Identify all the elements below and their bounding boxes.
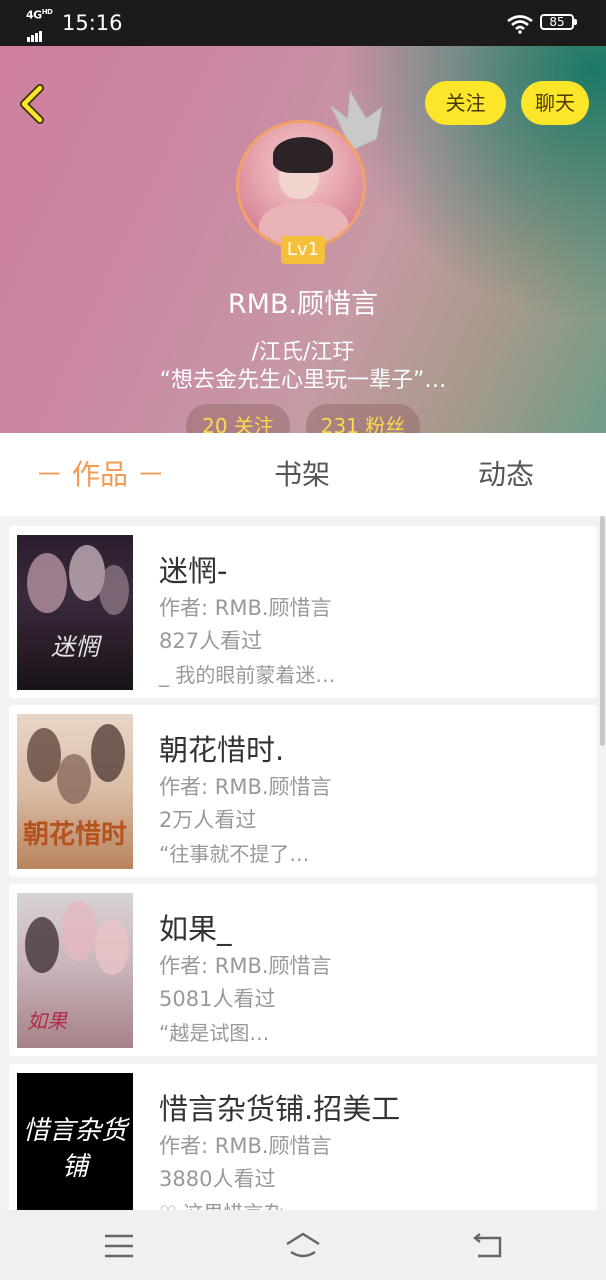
list-item[interactable]: 惜言杂货铺 惜言杂货铺.招美工 作者: RMB.顾惜言 3880人看过 ♡ 这里… (9, 1064, 597, 1210)
level-badge: Lv1 (281, 236, 325, 264)
battery-icon: 85 (540, 14, 577, 30)
chat-button[interactable]: 聊天 (521, 81, 589, 125)
book-cover: 朝花惜时 (17, 714, 133, 869)
works-list: 迷惘 迷惘- 作者: RMB.顾惜言 827人看过 _ 我的眼前蒙着迷… 朝花惜… (0, 516, 606, 1210)
book-author: 作者: RMB.顾惜言 (159, 954, 332, 978)
book-author: 作者: RMB.顾惜言 (159, 1134, 332, 1158)
book-snippet: ♡ 这里惜言杂 (159, 1197, 283, 1210)
fans-count-button[interactable]: 231 粉丝 (306, 404, 420, 433)
signature-line: “想去金先生心里玩一辈子”… (159, 368, 447, 393)
network-type: 4G (26, 8, 42, 22)
book-author: 作者: RMB.顾惜言 (159, 775, 332, 799)
book-views: 3880人看过 (159, 1167, 276, 1191)
tab-bookshelf[interactable]: 书架 (232, 433, 372, 516)
book-cover: 如果 (17, 893, 133, 1048)
tab-works[interactable]: － 作品 － (30, 433, 170, 516)
scrollbar[interactable] (600, 516, 605, 746)
return-icon[interactable] (468, 1230, 508, 1262)
book-views: 5081人看过 (159, 987, 276, 1011)
list-item[interactable]: 迷惘 迷惘- 作者: RMB.顾惜言 827人看过 _ 我的眼前蒙着迷… (9, 526, 597, 698)
list-item[interactable]: 朝花惜时 朝花惜时. 作者: RMB.顾惜言 2万人看过 “往事就不提了… (9, 705, 597, 877)
book-snippet: “越是试图… (159, 1021, 270, 1045)
cover-text: 朝花惜时 (22, 820, 127, 850)
follow-button[interactable]: 关注 (425, 81, 506, 125)
book-cover: 惜言杂货铺 (17, 1073, 133, 1210)
following-count-button[interactable]: 20 关注 (186, 404, 290, 433)
signal-icon: 4GHD (26, 8, 56, 42)
book-title: 如果_ (159, 912, 232, 946)
wifi-icon (507, 15, 533, 34)
tab-moments[interactable]: 动态 (436, 433, 576, 516)
book-title: 惜言杂货铺.招美工 (159, 1092, 401, 1126)
system-nav-bar (0, 1210, 606, 1280)
network-hd: HD (41, 8, 53, 16)
cover-text: 迷惘 (51, 633, 99, 661)
status-bar: 4GHD 15:16 85 (0, 0, 606, 46)
book-views: 827人看过 (159, 629, 263, 653)
book-title: 朝花惜时. (159, 733, 285, 767)
book-author: 作者: RMB.顾惜言 (159, 596, 332, 620)
home-icon[interactable] (283, 1230, 323, 1262)
menu-icon[interactable] (99, 1230, 139, 1262)
book-snippet: _ 我的眼前蒙着迷… (159, 663, 336, 687)
back-icon[interactable] (14, 82, 50, 126)
profile-tabs: － 作品 － 书架 动态 (0, 433, 606, 516)
book-views: 2万人看过 (159, 808, 257, 832)
clock: 15:16 (62, 11, 123, 35)
cover-text: 惜言杂货铺 (23, 1116, 128, 1182)
cover-text: 如果 (27, 1009, 67, 1033)
username: RMB.顾惜言 (227, 289, 379, 320)
list-item[interactable]: 如果 如果_ 作者: RMB.顾惜言 5081人看过 “越是试图… (9, 884, 597, 1056)
book-title: 迷惘- (159, 554, 228, 588)
profile-header: 关注 聊天 Lv1 RMB.顾惜言 /江氏/江玗 “想去金先生心里玩一辈子”… … (0, 46, 606, 433)
avatar[interactable] (236, 120, 366, 250)
book-cover: 迷惘 (17, 535, 133, 690)
book-snippet: “往事就不提了… (159, 842, 310, 866)
